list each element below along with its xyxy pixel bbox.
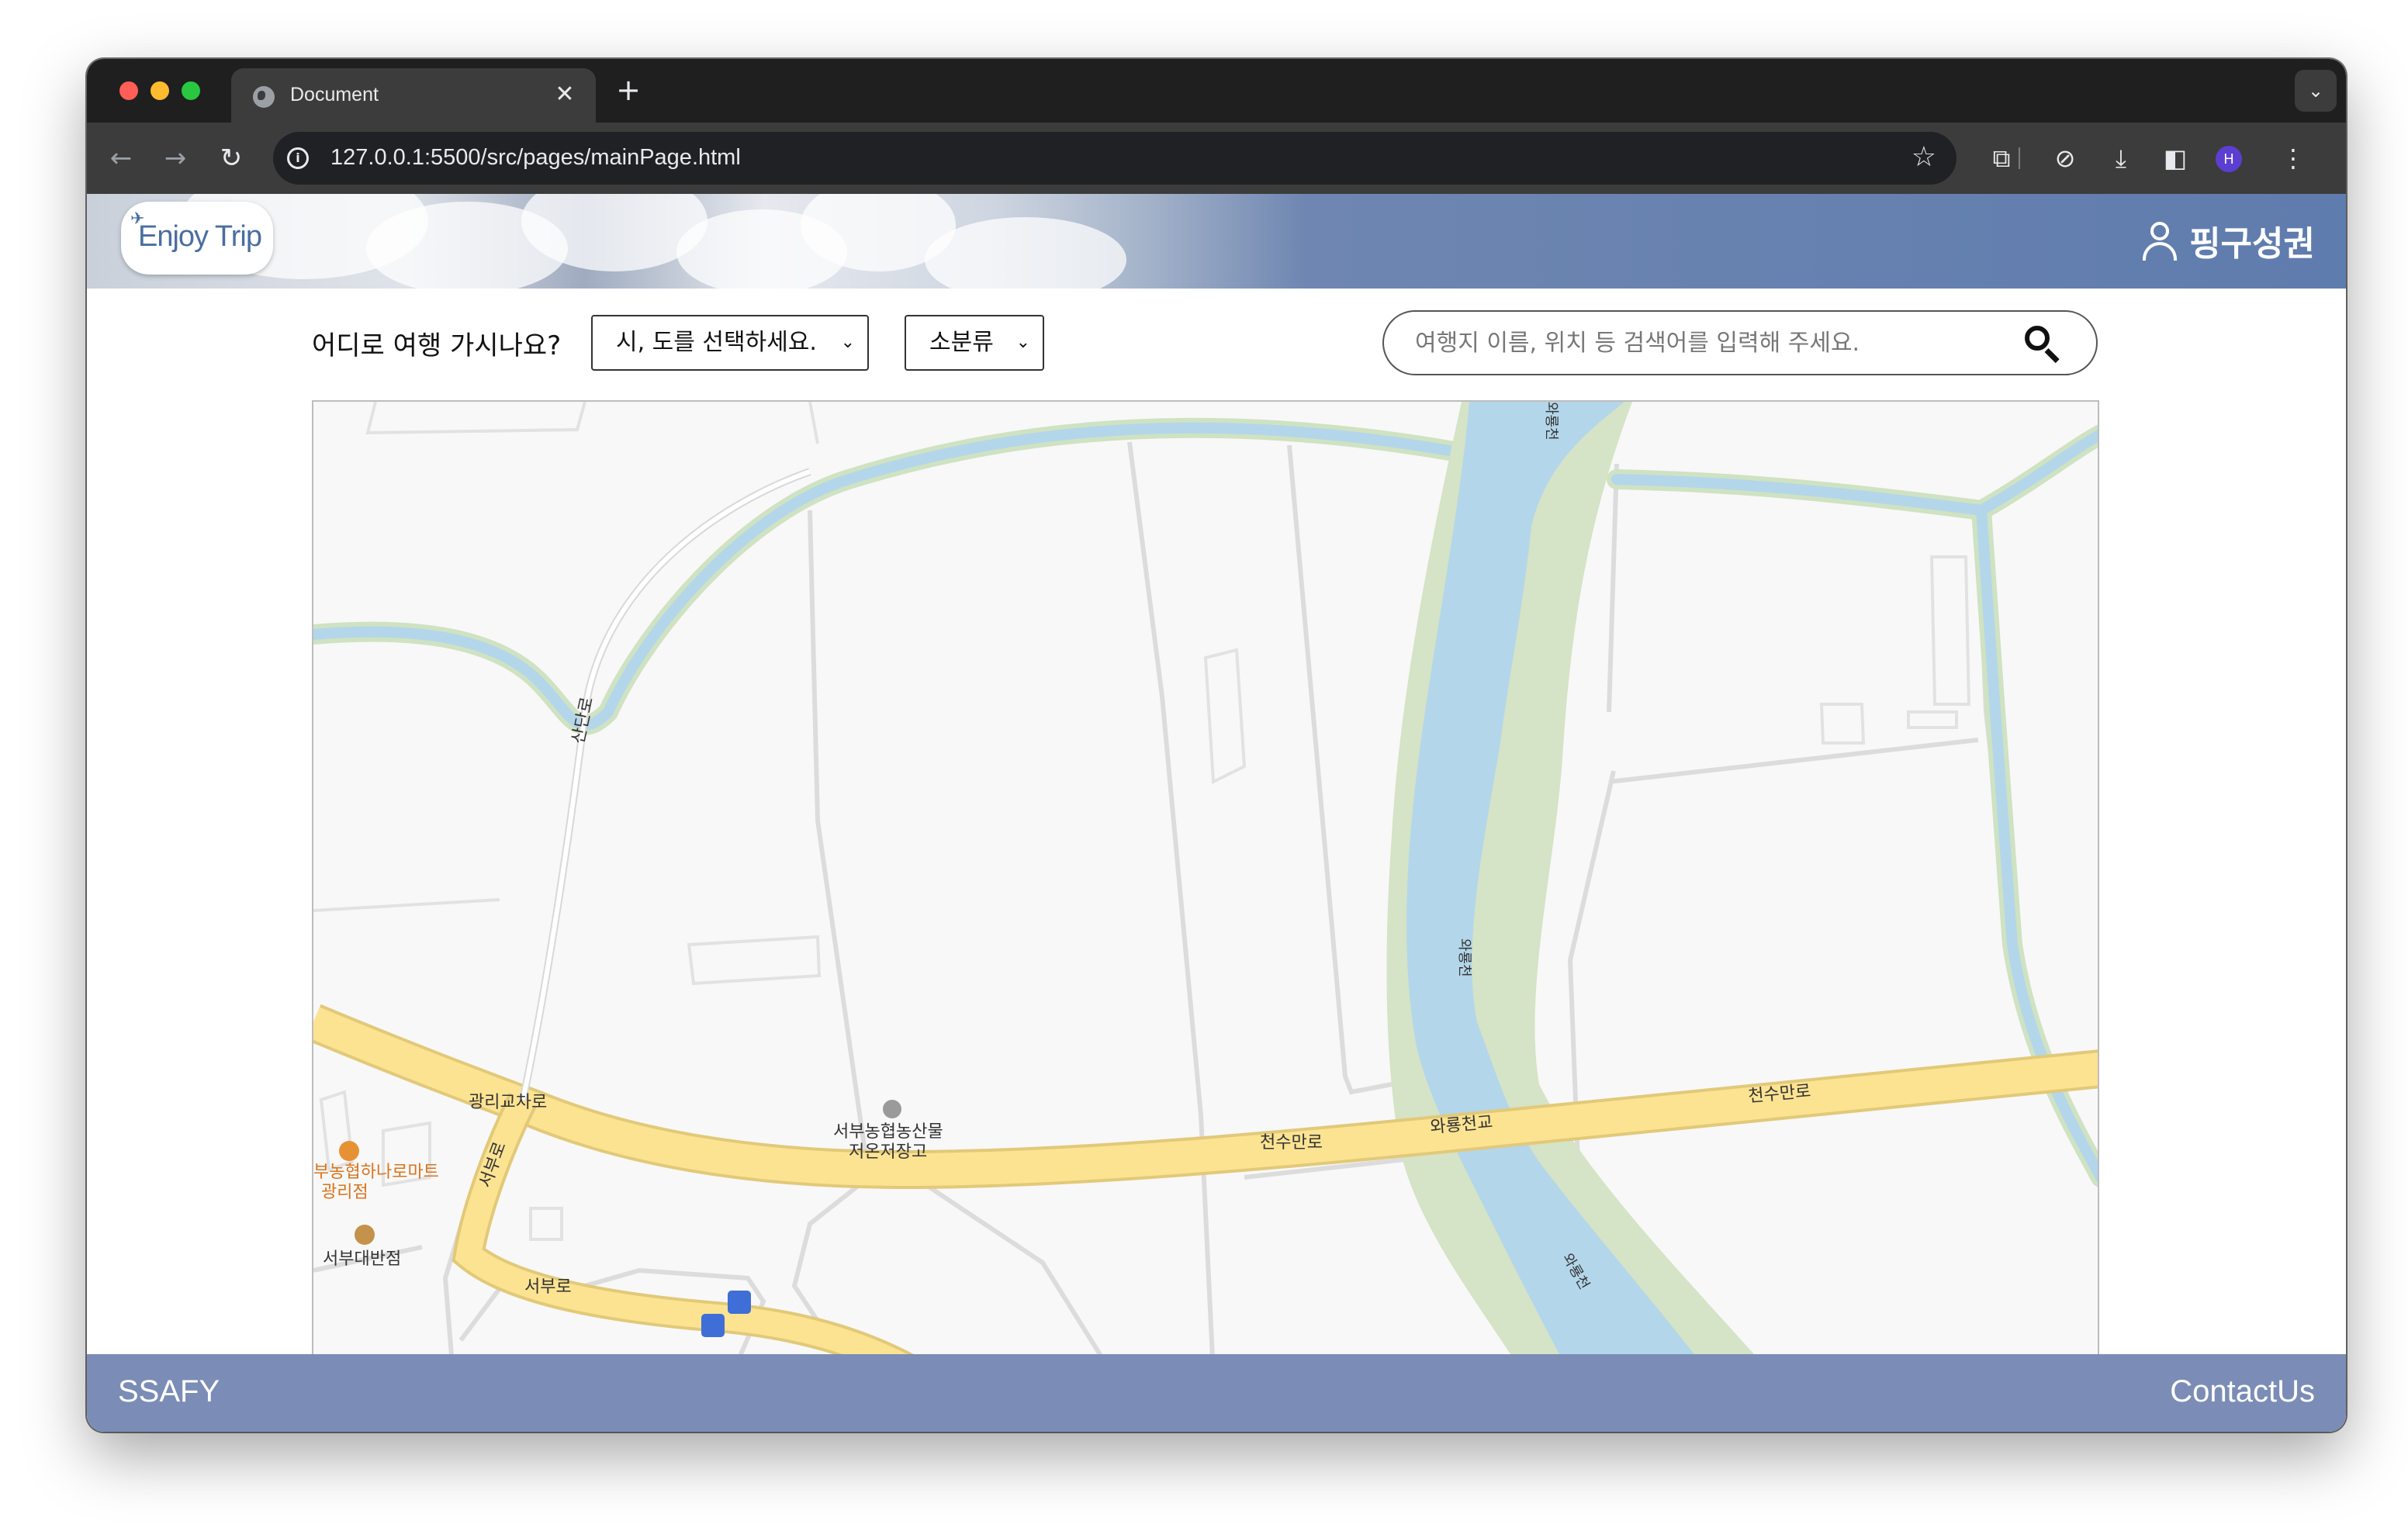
tab-strip: Document ✕ + ⌄ [87,59,2346,123]
map-label-intersection: 광리교차로 [469,1093,547,1112]
map-label-stream: 와룡천 [1456,938,1472,977]
reload-icon[interactable]: ↻ [214,141,248,175]
more-menu-icon[interactable]: ⋮ [2275,140,2312,177]
site-info-icon[interactable]: i [287,147,309,169]
minimize-window-button[interactable] [150,81,169,100]
new-tab-button[interactable]: + [611,73,645,107]
url-text[interactable]: 127.0.0.1:5500/src/pages/mainPage.html [330,145,741,171]
user-name: 핑구성권 [2189,224,2315,264]
search-input[interactable] [1415,312,2005,374]
map-label-warehouse-2: 저온저장고 [849,1142,927,1162]
maximize-window-button[interactable] [182,81,200,100]
logo-text: Enjoy Trip [138,220,262,253]
site-header: ✈ Enjoy Trip 핑구성권 [87,194,2346,289]
map-canvas[interactable]: 산단로 광리교차로 서부로 서부로 서부농협농산물 저온저장고 부농협하나로마트… [313,402,2099,1373]
performance-icon[interactable]: ⊘ [2046,140,2084,177]
chevron-down-icon: ⌄ [840,333,855,352]
chevron-down-icon: ⌄ [1015,333,1030,352]
page-content: ✈ Enjoy Trip 핑구성권 어디로 여행 가시나요? 시, 도를 선택하… [87,194,2346,1432]
forward-arrow-icon[interactable]: → [158,141,192,175]
browser-toolbar: ← → ↻ i 127.0.0.1:5500/src/pages/mainPag… [87,123,2346,194]
close-window-button[interactable] [119,81,138,100]
bus-stop-icon[interactable] [701,1314,725,1337]
address-bar[interactable]: i 127.0.0.1:5500/src/pages/mainPage.html… [273,132,1956,185]
map-label-cheonsu-1: 천수만로 [1260,1133,1323,1153]
contact-us-link[interactable]: ContactUs [2170,1374,2315,1409]
sido-selected-value: 시, 도를 선택하세요. [616,329,817,356]
profile-avatar[interactable]: H [2216,146,2242,172]
mart-marker[interactable] [339,1141,359,1161]
close-tab-icon[interactable]: ✕ [551,81,579,109]
map-label-restaurant: 서부대반점 [323,1249,401,1269]
user-menu[interactable]: 핑구성권 [2140,216,2315,265]
tab-title: Document [290,84,379,105]
toolbar-divider [2019,147,2020,169]
map-label-stream: 와룡천 [1543,402,1559,441]
globe-icon [253,86,275,108]
site-footer: SSAFY ContactUs [87,1354,2346,1432]
sido-select[interactable]: 시, 도를 선택하세요. ⌄ [591,315,869,371]
footer-brand: SSAFY [118,1374,220,1408]
side-panel-icon[interactable]: ◧ [2157,140,2194,177]
category-select[interactable]: 소분류 ⌄ [905,315,1044,371]
category-selected-value: 소분류 [929,329,994,356]
browser-tab[interactable]: Document ✕ [231,68,596,123]
download-icon[interactable]: ⤓ [2102,140,2140,177]
destination-question: 어디로 여행 가시나요? [312,330,562,361]
tab-search-chevron-icon[interactable]: ⌄ [2295,70,2337,112]
back-arrow-icon[interactable]: ← [104,141,138,175]
extensions-icon[interactable]: ⧉ [1983,140,2020,177]
map-label-warehouse-1: 서부농협농산물 [833,1122,943,1142]
search-bar [1382,310,2098,375]
bookmark-star-icon[interactable]: ☆ [1912,141,1936,173]
map-label-mart-1: 부농협하나로마트 [313,1163,439,1182]
restaurant-marker[interactable] [355,1225,375,1245]
bus-stop-icon[interactable] [728,1291,751,1314]
map-label-mart-2: 광리점 [321,1183,368,1202]
user-icon [2140,219,2180,262]
warehouse-marker[interactable] [883,1100,901,1118]
map-label-seobu: 서부로 [524,1277,572,1297]
kakao-map[interactable]: 산단로 광리교차로 서부로 서부로 서부농협농산물 저온저장고 부농협하나로마트… [312,400,2099,1373]
browser-window: Document ✕ + ⌄ ← → ↻ i 127.0.0.1:5500/sr… [87,59,2346,1432]
enjoy-trip-logo[interactable]: ✈ Enjoy Trip [121,202,273,275]
search-icon[interactable] [2023,324,2062,364]
